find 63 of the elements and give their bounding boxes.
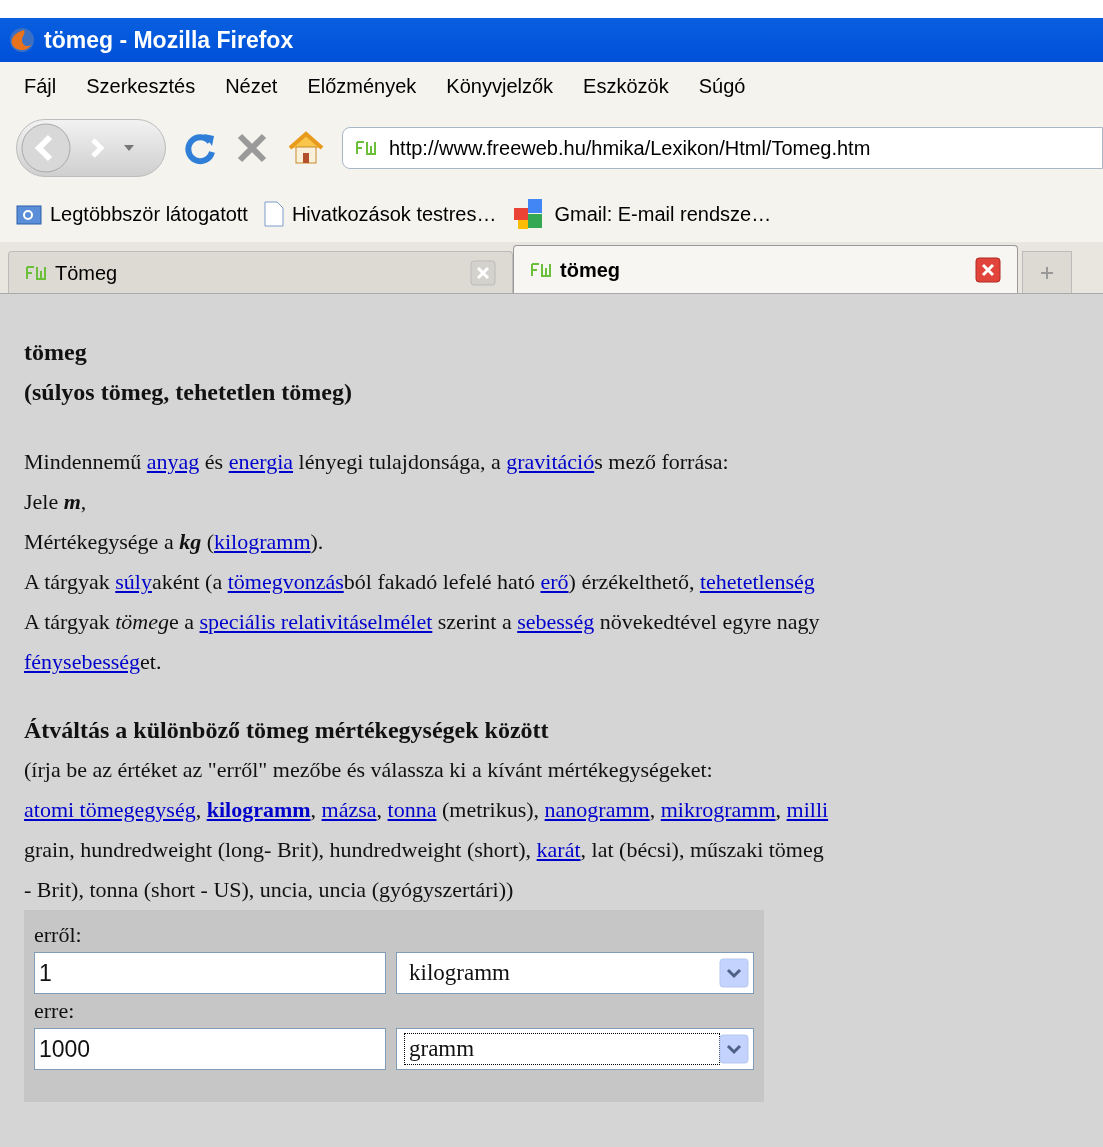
text-link[interactable]: tonna — [387, 797, 437, 822]
unit-dropdown[interactable]: gramm — [396, 1028, 754, 1070]
window-title: tömeg - Mozilla Firefox — [44, 25, 294, 55]
text-line: Mértékegysége a kg (kilogramm). — [24, 528, 325, 556]
menu-item[interactable]: Fájl — [24, 71, 57, 101]
text-link[interactable]: kilogramm — [206, 797, 311, 822]
site-icon — [530, 261, 552, 278]
text-line: Mindennemű anyag és energia lényegi tulajdonsága, a gravitációs mező forrása: — [24, 448, 730, 476]
text-link[interactable]: milli — [786, 797, 829, 822]
browser-logo-icon — [8, 26, 36, 54]
text-link[interactable]: nanogramm — [544, 797, 650, 822]
browser-tab[interactable]: Tömeg — [8, 251, 513, 293]
folder-icon — [16, 203, 42, 225]
bookmark-item[interactable]: Gmail: E-mail rendsze… — [512, 198, 772, 230]
text-line: fénysebességet. — [24, 648, 163, 676]
section-heading: Átváltás a különböző tömeg mértékegységek között — [24, 716, 550, 745]
text-link[interactable]: tömegvonzás — [227, 569, 344, 594]
address-bar[interactable]: http://www.freeweb.hu/hmika/Lexikon/Html/Tomeg.htm — [342, 127, 1103, 169]
text-line: grain, hundredweight (long- Brit), hundredweight (short), karát, lat (bécsi), műszaki tömeg — [24, 836, 825, 864]
browser-tab[interactable]: tömeg — [513, 245, 1018, 293]
bookmark-item[interactable]: Hivatkozások testres… — [263, 199, 497, 229]
menu-item[interactable]: Szerkesztés — [86, 71, 196, 101]
menu-item[interactable]: Nézet — [225, 71, 278, 101]
text-link[interactable]: tehetetlenség — [699, 569, 815, 594]
text-link[interactable]: mikrogramm — [660, 797, 776, 822]
bookmark-item[interactable]: Legtöbbször látogatott — [16, 199, 248, 229]
page-icon — [263, 201, 284, 227]
text-link[interactable]: anyag — [146, 449, 200, 474]
text-link[interactable]: energia — [228, 449, 294, 474]
text-link[interactable]: súly — [115, 569, 152, 594]
text-link[interactable]: sebesség — [517, 609, 595, 634]
value-input[interactable]: 1000 — [34, 1028, 386, 1070]
menu-item[interactable]: Eszközök — [583, 71, 669, 101]
text-line: A tárgyak tömege a speciális relativitáselmélet szerint a sebesség növekedtével egyre nagy — [24, 608, 821, 636]
home-icon[interactable] — [286, 130, 326, 166]
unit-dropdown[interactable]: kilogramm — [396, 952, 754, 994]
text-line: - Brit), tonna (short - US), uncia, uncia (gyógyszertári)) — [24, 876, 515, 904]
text-line: (írja be az értéket az "erről" mezőbe és válassza ki a kívánt mértékegységeket: — [24, 756, 714, 784]
text-link[interactable]: fénysebesség — [24, 649, 141, 674]
field-label: erre: — [34, 997, 76, 1025]
plus-icon — [1040, 265, 1054, 280]
new-tab-button[interactable] — [1022, 251, 1072, 293]
caret-icon — [123, 144, 135, 152]
text-link[interactable]: gravitáció — [506, 449, 595, 474]
field-label: erről: — [34, 921, 83, 949]
text-link[interactable]: kilogramm — [214, 529, 311, 554]
site-icon — [25, 264, 47, 281]
menu-item[interactable]: Könyvjelzők — [446, 71, 554, 101]
text-line: Jele m, — [24, 488, 88, 516]
page-heading: tömeg — [24, 338, 88, 367]
site-icon — [355, 140, 377, 156]
text-link[interactable]: atomi tömegegység — [24, 797, 196, 822]
value-input[interactable]: 1 — [34, 952, 386, 994]
text-line: atomi tömegegység, kilogramm, mázsa, tonna (metrikus), nanogramm, mikrogramm, milli — [24, 796, 830, 824]
menu-item[interactable]: Súgó — [698, 71, 746, 101]
text-link[interactable]: erő — [540, 569, 569, 594]
close-icon[interactable] — [975, 256, 1001, 283]
page-heading: (súlyos tömeg, tehetetlen tömeg) — [24, 378, 353, 407]
text-link[interactable]: speciális relativitáselmélet — [199, 609, 433, 634]
text-link[interactable]: karát — [536, 837, 581, 862]
menu-item[interactable]: Előzmények — [307, 71, 417, 101]
text-link[interactable]: mázsa — [321, 797, 377, 822]
text-line: A tárgyak súlyaként (a tömegvonzásból fakadó lefelé ható erő) érzékelthető, tehetetlenség — [24, 568, 816, 596]
